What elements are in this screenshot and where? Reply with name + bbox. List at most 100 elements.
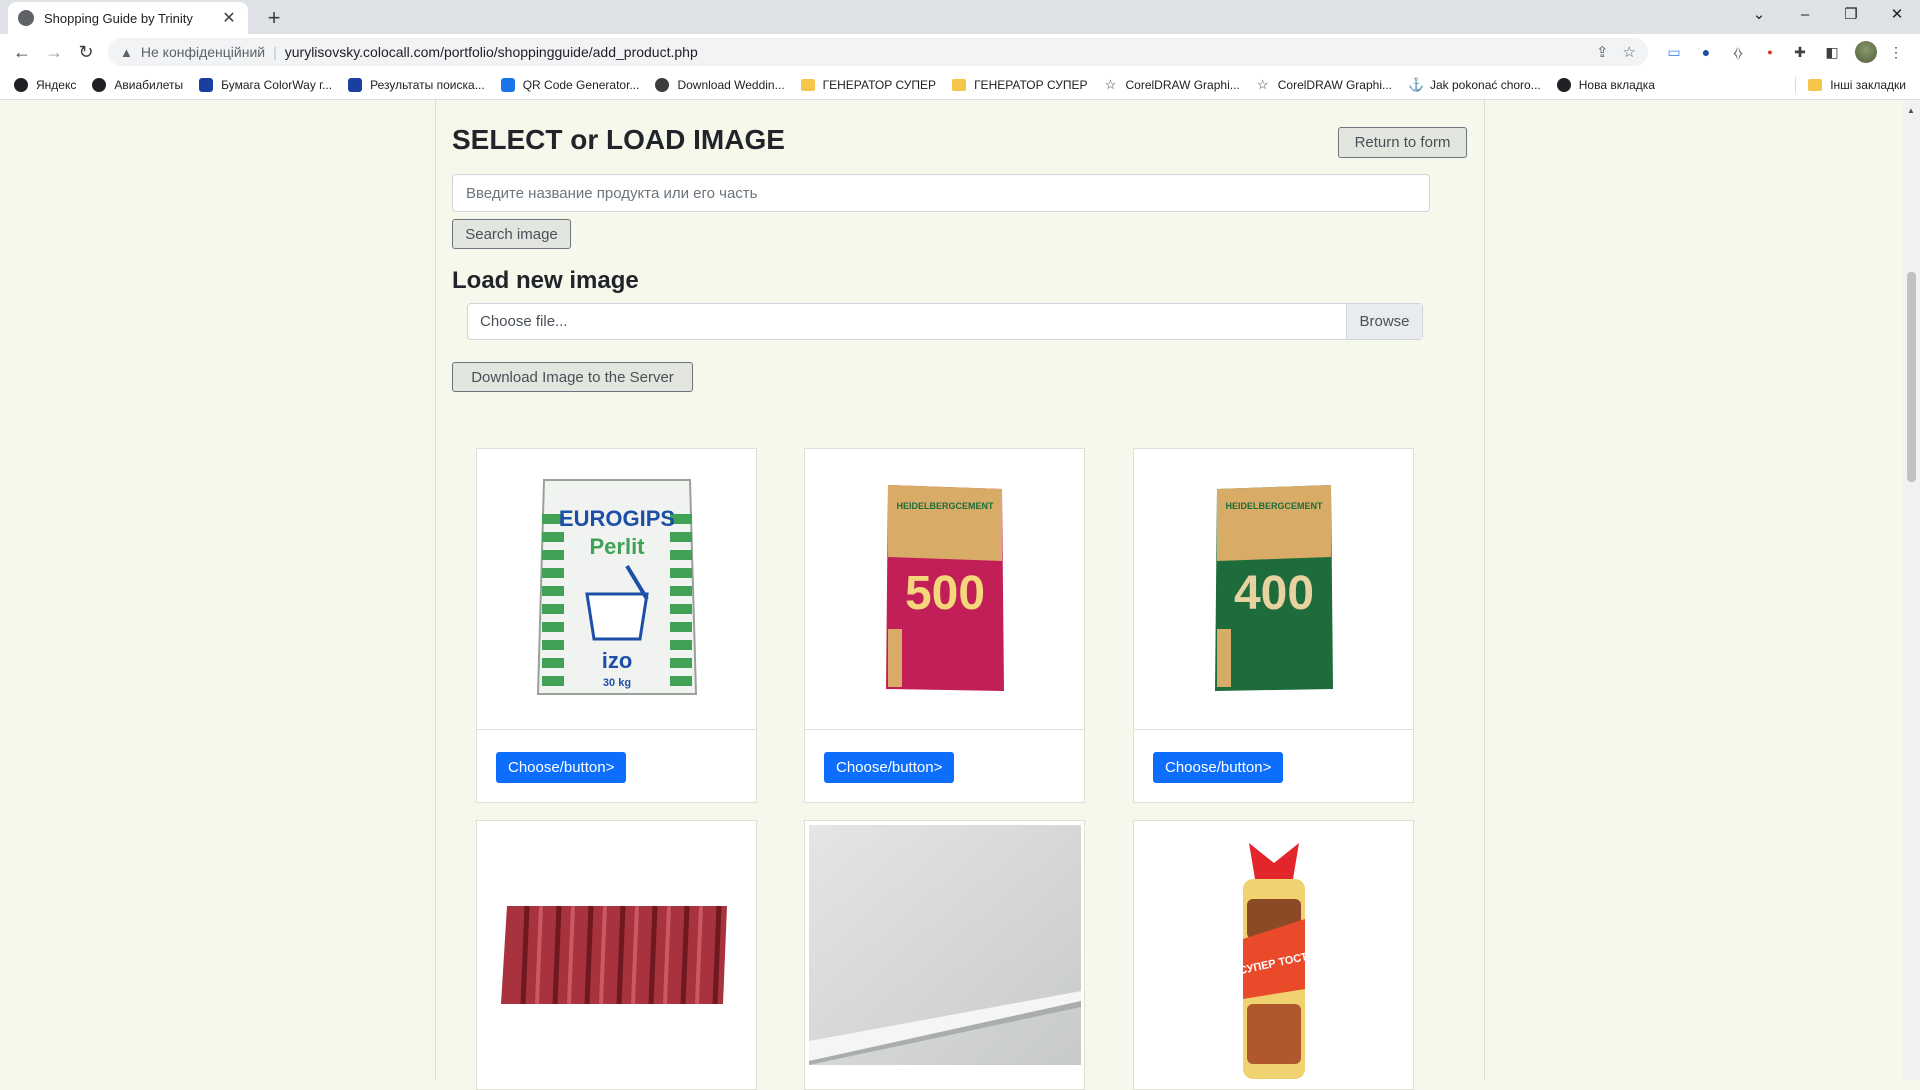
weight-text: 30 kg bbox=[602, 677, 630, 689]
extension-record-icon[interactable]: ● bbox=[1760, 42, 1780, 62]
not-secure-label[interactable]: Не конфіденційний bbox=[141, 44, 265, 60]
upload-image-button[interactable]: Download Image to the Server bbox=[452, 362, 693, 392]
bookmark-star-icon[interactable]: ☆ bbox=[1623, 43, 1636, 61]
extension-globe-icon[interactable]: ● bbox=[1696, 42, 1716, 62]
extensions-puzzle-icon[interactable]: ✚ bbox=[1790, 42, 1810, 62]
product-image: EUROGIPS Perlit izo 30 kg bbox=[477, 449, 756, 730]
window-close-button[interactable]: ✕ bbox=[1874, 0, 1920, 30]
bookmark-label: CorelDRAW Graphi... bbox=[1277, 77, 1392, 92]
browse-button[interactable]: Browse bbox=[1346, 304, 1422, 339]
extension-code-icon[interactable]: ⧼⧽ bbox=[1728, 42, 1748, 62]
choose-button[interactable]: Choose/button> bbox=[496, 752, 627, 783]
bookmark-label: ГЕНЕРАТОР СУПЕР bbox=[822, 77, 937, 92]
forward-button[interactable]: → bbox=[40, 38, 68, 66]
other-bookmarks-label: Інші закладки bbox=[1830, 78, 1906, 92]
return-to-form-button[interactable]: Return to form bbox=[1338, 127, 1467, 158]
bookmark-item[interactable]: ☆ CorelDRAW Graphi... bbox=[1104, 77, 1240, 93]
bookmark-item[interactable]: ⚓ Jak pokonać choro... bbox=[1408, 77, 1541, 93]
star-icon: ☆ bbox=[1104, 76, 1117, 92]
bookmark-folder[interactable]: ГЕНЕРАТОР СУПЕР bbox=[800, 77, 937, 92]
folder-icon bbox=[1808, 79, 1823, 91]
bookmark-item[interactable]: Авиабилеты bbox=[92, 77, 184, 92]
product-image bbox=[805, 821, 1084, 1081]
scroll-up-arrow-icon[interactable]: ▲ bbox=[1907, 106, 1915, 115]
product-image: HEIDELBERGCEMENT 500 bbox=[805, 449, 1084, 730]
browser-toolbar: ← → ↻ ▲ Не конфіденційний | yurylisovsky… bbox=[0, 34, 1920, 70]
warning-icon[interactable]: ▲ bbox=[120, 45, 133, 60]
yandex-icon bbox=[14, 77, 28, 92]
bookmark-label: Download Weddin... bbox=[677, 77, 785, 92]
page-scrollbar[interactable]: ▲ bbox=[1903, 100, 1920, 1080]
back-button[interactable]: ← bbox=[8, 38, 36, 66]
scrollbar-thumb[interactable] bbox=[1907, 272, 1916, 482]
bookmark-label: CorelDRAW Graphi... bbox=[1125, 77, 1240, 92]
url-text[interactable]: yurylisovsky.colocall.com/portfolio/shop… bbox=[285, 44, 1582, 60]
bookmark-label: Яндекс bbox=[36, 77, 77, 92]
address-bar[interactable]: ▲ Не конфіденційний | yurylisovsky.coloc… bbox=[108, 38, 1648, 66]
bookmark-label: Результаты поиска... bbox=[370, 77, 485, 92]
bookmark-item[interactable]: Результаты поиска... bbox=[348, 77, 485, 92]
product-label-text: Perlit bbox=[589, 534, 645, 559]
star-icon: ☆ bbox=[1256, 76, 1269, 92]
tab-search-icon[interactable]: ⌄ bbox=[1736, 0, 1782, 30]
bookmark-label: QR Code Generator... bbox=[522, 77, 640, 92]
product-card: HEIDELBERGCEMENT 500 Choose/button> bbox=[804, 448, 1085, 803]
qr-icon bbox=[500, 77, 515, 92]
restore-button[interactable]: ❐ bbox=[1828, 0, 1874, 30]
bookmark-item[interactable]: Download Weddin... bbox=[655, 77, 785, 92]
search-image-button[interactable]: Search image bbox=[452, 219, 571, 249]
bookmark-label: Бумага ColorWay г... bbox=[221, 77, 333, 92]
product-card bbox=[804, 820, 1085, 1090]
extension-screen-icon[interactable]: ▭ bbox=[1664, 42, 1684, 62]
sub-label-text: izo bbox=[601, 648, 632, 673]
browser-tab[interactable]: Shopping Guide by Trinity ✕ bbox=[8, 2, 248, 34]
plane-icon bbox=[92, 77, 107, 92]
new-tab-button[interactable]: + bbox=[260, 4, 288, 32]
bookmarks-divider bbox=[1795, 77, 1797, 93]
anchor-icon: ⚓ bbox=[1408, 76, 1425, 92]
bookmark-label: Авиабилеты bbox=[114, 77, 184, 92]
bookmark-item[interactable]: Бумага ColorWay г... bbox=[199, 77, 333, 92]
product-card: EUROGIPS Perlit izo 30 kg Choose/button> bbox=[476, 448, 757, 803]
bookmark-label: ГЕНЕРАТОР СУПЕР bbox=[974, 77, 1088, 92]
product-image: HEIDELBERGCEMENT 400 bbox=[1134, 449, 1413, 730]
product-image bbox=[477, 821, 756, 1081]
product-label-text: 400 bbox=[1233, 567, 1313, 620]
globe-icon bbox=[1556, 77, 1571, 92]
tab-close-icon[interactable]: ✕ bbox=[220, 8, 238, 28]
bookmarks-bar: Яндекс Авиабилеты Бумага ColorWay г... Р… bbox=[0, 70, 1920, 100]
choose-button[interactable]: Choose/button> bbox=[824, 752, 955, 783]
load-image-heading: Load new image bbox=[452, 267, 639, 294]
bookmark-item[interactable]: ☆ CorelDRAW Graphi... bbox=[1256, 77, 1392, 93]
tab-strip: Shopping Guide by Trinity ✕ + ⌄ – ❐ ✕ bbox=[0, 0, 1920, 34]
minimize-button[interactable]: – bbox=[1782, 0, 1828, 30]
bookmark-item[interactable]: Яндекс bbox=[14, 77, 77, 92]
reload-button[interactable]: ↻ bbox=[72, 38, 100, 66]
other-bookmarks[interactable]: Інші закладки bbox=[1795, 77, 1906, 93]
menu-kebab-icon[interactable]: ⋮ bbox=[1886, 42, 1906, 62]
page-title: SELECT or LOAD IMAGE bbox=[452, 124, 785, 155]
product-label-text: 500 bbox=[904, 567, 984, 620]
profile-avatar[interactable] bbox=[1855, 41, 1877, 63]
colorway-icon bbox=[199, 77, 214, 92]
product-image: СУПЕР ТОСТ bbox=[1134, 821, 1413, 1081]
brand-text: HEIDELBERGCEMENT bbox=[896, 501, 994, 511]
product-card: HEIDELBERGCEMENT 400 Choose/button> bbox=[1133, 448, 1414, 803]
download-icon bbox=[655, 77, 670, 92]
side-panel-icon[interactable]: ◧ bbox=[1822, 42, 1842, 62]
choose-button[interactable]: Choose/button> bbox=[1153, 752, 1284, 783]
brand-text: HEIDELBERGCEMENT bbox=[1225, 501, 1323, 511]
share-icon[interactable]: ⇪ bbox=[1596, 43, 1609, 61]
brand-text: EUROGIPS bbox=[558, 506, 674, 531]
file-picker[interactable]: Choose file... Browse bbox=[467, 303, 1423, 340]
product-search-input[interactable]: Введите название продукта или его часть bbox=[452, 174, 1430, 212]
folder-icon bbox=[952, 78, 967, 91]
site-favicon-icon bbox=[18, 10, 34, 26]
colorway-icon bbox=[348, 77, 363, 92]
bookmark-label: Нова вкладка bbox=[1578, 77, 1655, 92]
bookmark-folder[interactable]: ГЕНЕРАТОР СУПЕР bbox=[952, 77, 1088, 92]
tab-title: Shopping Guide by Trinity bbox=[44, 10, 193, 26]
bookmark-item[interactable]: Нова вкладка bbox=[1556, 77, 1655, 92]
file-name-field[interactable]: Choose file... bbox=[468, 313, 1346, 330]
bookmark-item[interactable]: QR Code Generator... bbox=[500, 77, 640, 92]
